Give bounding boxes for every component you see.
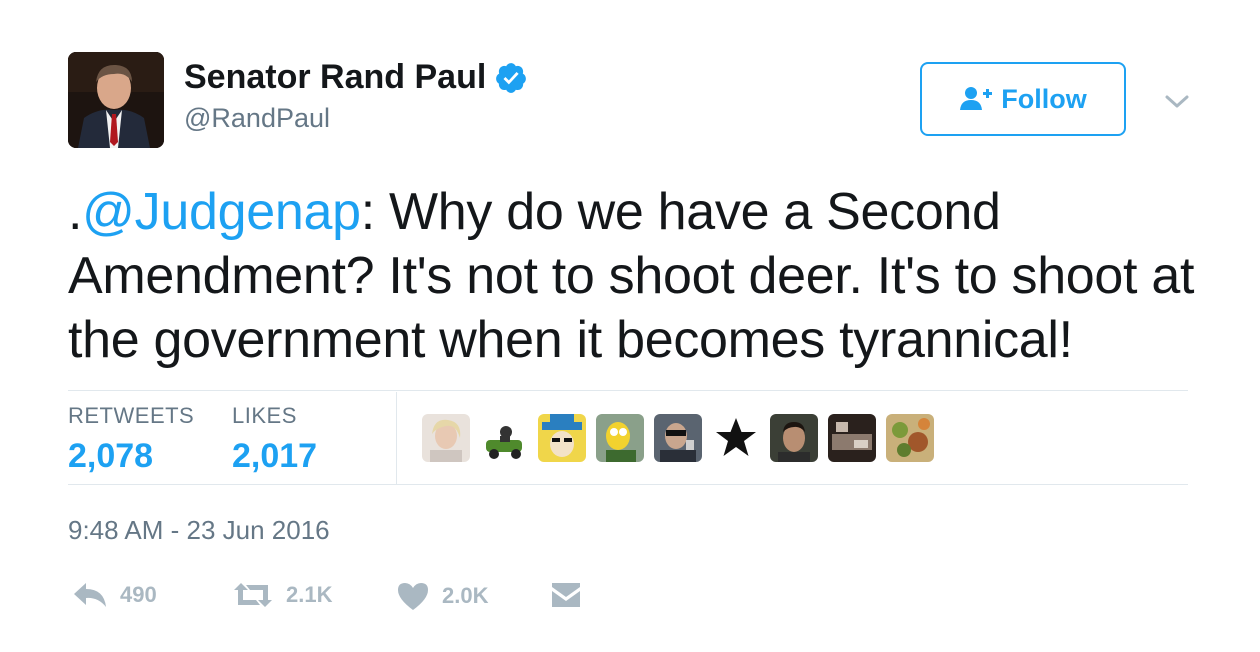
retweet-button[interactable]: 2.1K [232, 581, 332, 609]
likes-label: LIKES [232, 403, 297, 428]
chevron-down-icon[interactable] [1164, 92, 1190, 112]
liker-avatar[interactable] [538, 414, 586, 462]
liker-avatar[interactable] [654, 414, 702, 462]
liker-avatar[interactable] [596, 414, 644, 462]
like-count: 2.0K [442, 583, 489, 608]
retweets-stat[interactable]: RETWEETS 2,078 [68, 403, 194, 476]
liker-avatars [422, 414, 944, 462]
add-user-icon [960, 87, 993, 110]
liker-avatar[interactable] [828, 414, 876, 462]
liker-avatar[interactable] [712, 414, 760, 462]
retweet-count: 2.1K [286, 582, 333, 607]
divider-bottom [68, 484, 1188, 485]
follow-label: Follow [1001, 83, 1087, 114]
author-display-name[interactable]: Senator Rand Paul [184, 58, 528, 97]
likes-stat[interactable]: LIKES 2,017 [232, 403, 317, 476]
verified-badge-icon [496, 62, 527, 93]
follow-button[interactable]: Follow [920, 62, 1126, 136]
tweet-text: .@Judgenap: Why do we have a Second Amen… [68, 180, 1208, 372]
envelope-icon [552, 583, 580, 607]
likes-value: 2,017 [232, 437, 318, 475]
tweet-timestamp[interactable]: 9:48 AM - 23 Jun 2016 [68, 515, 330, 546]
liker-avatar[interactable] [886, 414, 934, 462]
reply-icon [74, 583, 106, 607]
like-button[interactable]: 2.0K [396, 581, 488, 611]
author-avatar[interactable] [68, 52, 164, 148]
reply-button[interactable]: 490 [72, 581, 157, 609]
divider-top [68, 390, 1188, 391]
direct-message-button[interactable] [550, 581, 594, 609]
retweets-label: RETWEETS [68, 403, 195, 428]
tweet-text-prefix: . [68, 183, 83, 241]
retweets-value: 2,078 [68, 437, 154, 475]
liker-avatar[interactable] [422, 414, 470, 462]
mention-link[interactable]: @Judgenap [82, 183, 361, 241]
liker-avatar[interactable] [770, 414, 818, 462]
stats-divider [396, 392, 397, 484]
reply-count: 490 [120, 582, 157, 607]
retweet-icon [234, 583, 272, 607]
display-name-text[interactable]: Senator Rand Paul [184, 58, 486, 97]
heart-icon [398, 583, 428, 610]
liker-avatar[interactable] [480, 414, 528, 462]
author-handle[interactable]: @RandPaul [184, 103, 330, 134]
